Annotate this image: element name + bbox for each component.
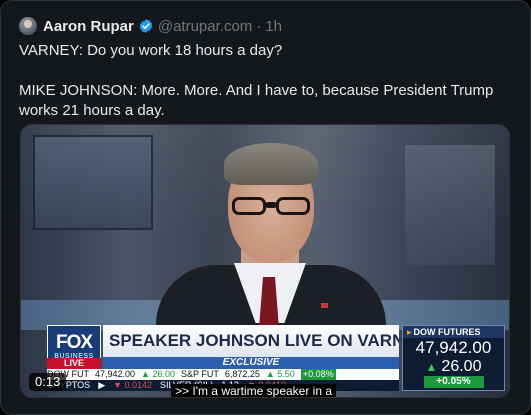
glasses-icon xyxy=(232,197,312,215)
tweet-text: VARNEY: Do you work 18 hours a day? MIKE… xyxy=(19,41,514,121)
video-timestamp[interactable]: 0:13 xyxy=(29,373,67,391)
ticker-item: ▲ 26.00 xyxy=(141,369,175,379)
futures-value: 47,942.00 xyxy=(415,338,492,357)
studio-screen xyxy=(33,135,153,230)
live-badge: LIVE xyxy=(47,358,101,369)
ticker-item: +0.08% xyxy=(300,369,336,380)
avatar[interactable] xyxy=(19,17,37,35)
market-ticker-top: DOW FUT 47,942.00 ▲ 26.00 S&P FUT 6,872.… xyxy=(47,369,399,380)
closed-caption: >> I'm a wartime speaker in a xyxy=(171,384,337,397)
exclusive-banner: EXCLUSIVE xyxy=(103,357,399,369)
ticker-item: 6,872.25 xyxy=(224,369,260,379)
display-name[interactable]: Aaron Rupar xyxy=(43,18,134,35)
post-time[interactable]: 1h xyxy=(265,18,282,35)
news-lower-third: FOX BUSINESS LIVE SPEAKER JOHNSON LIVE O… xyxy=(47,325,505,391)
futures-change-row: ▲ 26.00 xyxy=(403,358,504,376)
ticker-item: ▲ 5.50 xyxy=(265,369,295,379)
futures-label-row: ▸ DOW FUTURES xyxy=(403,326,504,338)
studio-panel xyxy=(405,145,495,265)
up-triangle-icon: ▲ xyxy=(425,360,438,374)
futures-label: DOW FUTURES xyxy=(413,327,481,337)
verified-badge-icon xyxy=(139,19,153,33)
headline: SPEAKER JOHNSON LIVE ON VARNEY xyxy=(103,325,399,357)
tweet-paragraph: VARNEY: Do you work 18 hours a day? xyxy=(19,42,283,59)
ticker-item: 47,942.00 xyxy=(95,369,136,379)
handle[interactable]: @atrupar.com xyxy=(158,18,252,35)
ticker-item: S&P FUT xyxy=(180,369,219,379)
video-player[interactable]: FOX BUSINESS LIVE SPEAKER JOHNSON LIVE O… xyxy=(20,124,510,398)
tweet-card[interactable]: Aaron Rupar @atrupar.com · 1h VARNEY: Do… xyxy=(0,0,531,415)
ticker-item: ▶ xyxy=(98,380,106,390)
logo-word: FOX xyxy=(55,331,93,353)
futures-percent: +0.05% xyxy=(423,376,484,388)
separator-dot: · xyxy=(256,17,262,35)
tweet-header: Aaron Rupar @atrupar.com · 1h xyxy=(19,15,282,37)
ticker-item: ▼ 0.0142 xyxy=(113,380,153,390)
tweet-paragraph: MIKE JOHNSON: More. More. And I have to,… xyxy=(19,82,494,119)
dow-futures-box: ▸ DOW FUTURES 47,942.00 ▲ 26.00 +0.05% xyxy=(402,325,505,391)
arrow-icon: ▸ xyxy=(407,327,412,337)
futures-change: 26.00 xyxy=(441,358,482,375)
